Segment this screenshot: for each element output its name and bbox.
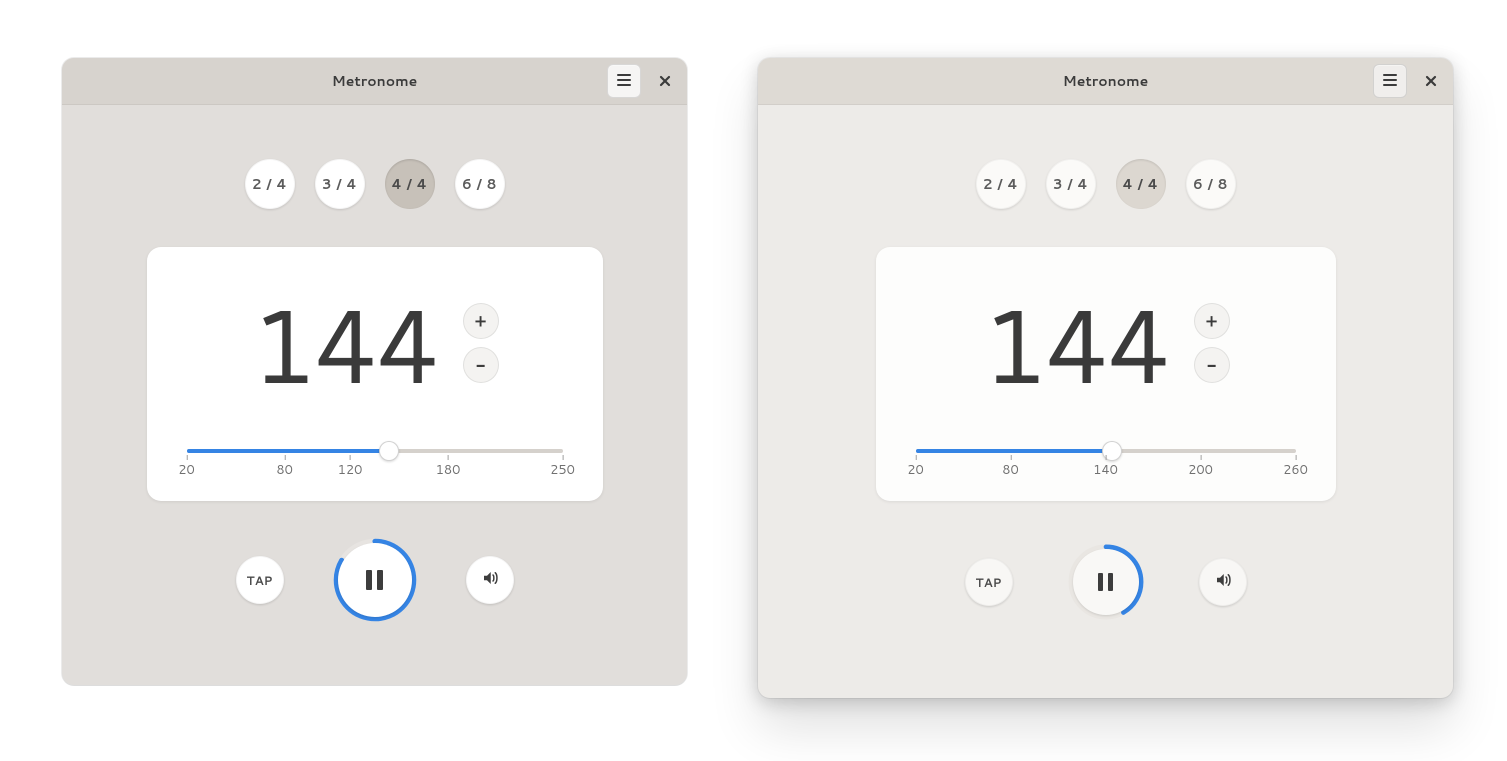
volume-icon [1214,571,1232,593]
app-menu-button[interactable] [607,64,641,98]
time-sig-4-4[interactable]: 4 / 4 [1116,159,1166,209]
volume-button[interactable] [466,556,514,604]
slider-tick: 80 [276,461,293,479]
volume-button[interactable] [1199,558,1247,606]
tap-label: TAP [976,574,1002,591]
window-title: Metronome [62,71,687,91]
slider-tick: 200 [1188,461,1213,479]
slider-tick: 20 [907,461,924,479]
time-sig-6-8[interactable]: 6 / 8 [1186,159,1236,209]
plus-icon: + [1206,309,1218,333]
time-signature-row: 2 / 4 3 / 4 4 / 4 6 / 8 [758,159,1453,209]
close-button[interactable] [1417,67,1445,95]
close-icon [659,71,671,92]
slider-thumb[interactable] [379,441,399,461]
slider-tick: 120 [338,461,363,479]
minus-icon: − [1207,353,1217,377]
window-title: Metronome [758,71,1453,91]
slider-tick: 20 [178,461,195,479]
header-bar: Metronome [758,58,1453,105]
slider-tick: 80 [1002,461,1019,479]
play-pause-button[interactable] [338,543,412,617]
bpm-decrease-button[interactable]: − [1194,347,1230,383]
bpm-value: 144 [981,269,1167,417]
bpm-increase-button[interactable]: + [1194,303,1230,339]
play-pause-wrap [1067,543,1145,621]
volume-icon [481,569,499,591]
close-button[interactable] [651,67,679,95]
bpm-slider[interactable]: 2080140200260 [916,439,1296,489]
pause-icon [366,570,383,590]
metronome-window: Metronome 2 / 4 3 / 4 4 / 4 6 [62,58,687,685]
close-icon [1425,71,1437,92]
time-signature-row: 2 / 4 3 / 4 4 / 4 6 / 8 [62,159,687,209]
slider-tick: 140 [1093,461,1118,479]
bpm-slider[interactable]: 2080120180250 [187,439,563,489]
bpm-decrease-button[interactable]: − [463,347,499,383]
time-sig-2-4[interactable]: 2 / 4 [245,159,295,209]
time-sig-4-4[interactable]: 4 / 4 [385,159,435,209]
hamburger-icon [1382,70,1398,93]
play-pause-button[interactable] [1073,549,1139,615]
pause-icon [1098,573,1113,591]
time-sig-3-4[interactable]: 3 / 4 [1046,159,1096,209]
tap-tempo-button[interactable]: TAP [965,558,1013,606]
tap-label: TAP [247,572,273,589]
bpm-value: 144 [250,269,436,417]
slider-tick: 260 [1283,461,1308,479]
hamburger-icon [616,70,632,93]
plus-icon: + [475,309,487,333]
tap-tempo-button[interactable]: TAP [236,556,284,604]
minus-icon: − [476,353,486,377]
time-sig-3-4[interactable]: 3 / 4 [315,159,365,209]
bpm-card: 144 + − 20 80 140 200 260 [876,247,1336,501]
time-sig-2-4[interactable]: 2 / 4 [976,159,1026,209]
header-bar: Metronome [62,58,687,105]
play-pause-wrap [332,537,418,623]
app-menu-button[interactable] [1373,64,1407,98]
slider-tick: 250 [550,461,575,479]
slider-tick: 180 [436,461,461,479]
time-sig-6-8[interactable]: 6 / 8 [455,159,505,209]
bpm-card: 144 + − 20 80 120 180 250 [147,247,603,501]
bpm-increase-button[interactable]: + [463,303,499,339]
metronome-window: Metronome 2 / 4 3 / 4 4 / 4 6 [758,58,1453,698]
